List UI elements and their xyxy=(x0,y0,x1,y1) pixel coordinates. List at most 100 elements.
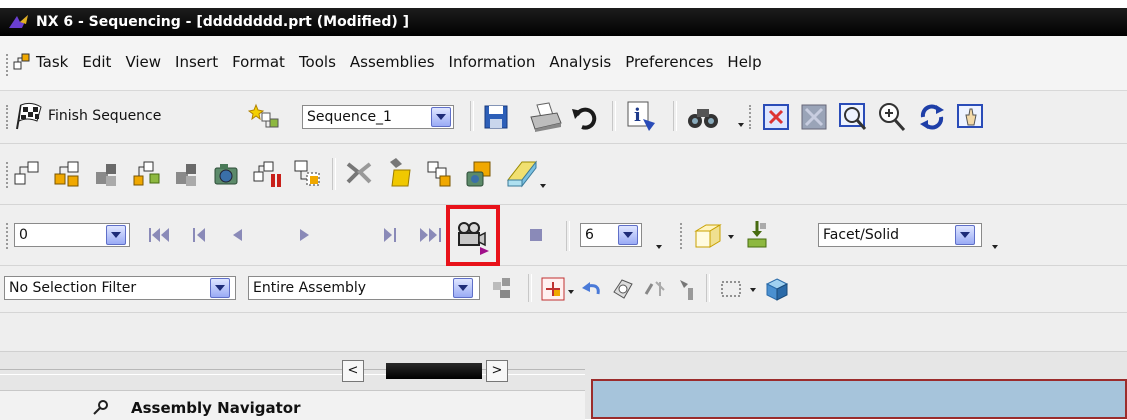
new-sequence-icon[interactable] xyxy=(248,103,282,133)
play-back-icon[interactable] xyxy=(230,227,244,243)
svg-text:i: i xyxy=(634,105,641,126)
sequence-dropdown-button[interactable] xyxy=(431,107,451,127)
selection-toolbar: No Selection Filter Entire Assembly xyxy=(0,266,1127,313)
toolbar-grip[interactable] xyxy=(680,223,684,249)
standard-toolbar: Finish Sequence Sequence_1 i xyxy=(0,91,1127,144)
menu-preferences[interactable]: Preferences xyxy=(625,53,713,71)
selection-filter-dropdown-button[interactable] xyxy=(210,278,230,298)
toolbar-grip[interactable] xyxy=(6,162,10,188)
assembly-navigator-title[interactable]: Assembly Navigator xyxy=(131,399,300,417)
save-icon[interactable] xyxy=(482,103,510,131)
chevron-right-icon: > xyxy=(491,363,503,378)
component-select-icon[interactable] xyxy=(610,276,636,302)
rewind-icon[interactable] xyxy=(148,227,174,243)
selection-intent-dropdown-icon[interactable] xyxy=(568,290,574,294)
toolbar-separator xyxy=(332,158,336,190)
main-menu: Task Edit View Insert Format Tools Assem… xyxy=(36,53,776,71)
toolbar-separator xyxy=(673,101,677,131)
frame-select-value: 0 xyxy=(19,227,28,243)
assemble-disabled-icon[interactable] xyxy=(92,158,122,190)
assembly-navigator-panel: Assembly Navigator xyxy=(0,390,585,420)
menu-analysis[interactable]: Analysis xyxy=(549,53,611,71)
menubar-grip[interactable] xyxy=(6,54,11,76)
pin-icon[interactable] xyxy=(92,398,110,416)
print-icon[interactable] xyxy=(527,101,563,133)
record-position-icon[interactable] xyxy=(252,158,284,190)
menu-help[interactable]: Help xyxy=(727,53,761,71)
toolbar-separator xyxy=(470,101,474,131)
motion-envelope-icon[interactable] xyxy=(384,156,416,190)
finish-sequence-label[interactable]: Finish Sequence xyxy=(48,108,161,124)
menu-task[interactable]: Task xyxy=(36,53,68,71)
menu-view[interactable]: View xyxy=(125,53,161,71)
information-icon[interactable]: i xyxy=(625,99,659,133)
stop-icon[interactable] xyxy=(528,227,544,243)
disassemble-disabled-icon[interactable] xyxy=(172,158,202,190)
toolbar-separator xyxy=(528,274,532,302)
rotate-icon[interactable] xyxy=(917,102,947,132)
view-triad-dropdown-icon[interactable] xyxy=(728,235,734,239)
select-pointer-icon[interactable] xyxy=(674,276,700,302)
toolbar-grip[interactable] xyxy=(6,105,10,129)
menu-tools[interactable]: Tools xyxy=(299,53,336,71)
view-triad-icon[interactable] xyxy=(692,221,724,251)
menu-insert[interactable]: Insert xyxy=(175,53,218,71)
step-more-icon[interactable] xyxy=(656,245,662,249)
extents-dropdown-icon[interactable] xyxy=(540,184,546,188)
zoom-in-out-icon[interactable] xyxy=(877,101,907,133)
record-camera-icon[interactable] xyxy=(464,158,494,190)
scroll-left-button[interactable]: < xyxy=(342,360,364,382)
frame-dropdown-button[interactable] xyxy=(106,225,126,245)
disassemble-icon[interactable] xyxy=(132,158,162,190)
scroll-right-button[interactable]: > xyxy=(486,360,508,382)
zoom-icon[interactable] xyxy=(838,102,868,132)
menu-information[interactable]: Information xyxy=(449,53,536,71)
undo-arrow-icon[interactable] xyxy=(580,280,604,300)
selection-filter-value: No Selection Filter xyxy=(9,280,137,296)
camera-icon[interactable] xyxy=(212,158,242,190)
display-mode-dropdown-button[interactable] xyxy=(955,225,975,245)
menu-edit[interactable]: Edit xyxy=(82,53,111,71)
selection-scope-select[interactable]: Entire Assembly xyxy=(248,276,480,300)
fit-icon[interactable] xyxy=(762,103,790,131)
undo-icon[interactable] xyxy=(570,103,600,131)
collision-icon[interactable] xyxy=(292,158,322,190)
scroll-thumb[interactable] xyxy=(386,363,482,379)
selection-intent-icon[interactable] xyxy=(540,276,566,302)
menu-bar: Task Edit View Insert Format Tools Assem… xyxy=(0,36,1127,91)
assembly-filter-icon[interactable] xyxy=(490,276,516,302)
step-select-value: 6 xyxy=(585,227,594,243)
snap-point-icon[interactable] xyxy=(642,276,668,302)
rectangle-select-icon[interactable] xyxy=(718,276,744,302)
assemble-icon[interactable] xyxy=(52,158,82,190)
playback-toolbar: 0 6 Facet/Solid xyxy=(0,205,1127,266)
step-forward-icon[interactable] xyxy=(380,227,398,243)
fast-forward-icon[interactable] xyxy=(416,227,442,243)
toolbar-grip[interactable] xyxy=(6,223,10,249)
play-forward-icon[interactable] xyxy=(298,227,312,243)
binoculars-dropdown-icon[interactable] xyxy=(738,123,744,127)
selection-scope-dropdown-button[interactable] xyxy=(453,278,473,298)
display-more-icon[interactable] xyxy=(992,245,998,249)
selection-filter-select[interactable]: No Selection Filter xyxy=(4,276,236,300)
step-back-icon[interactable] xyxy=(192,227,210,243)
sequence-steps-icon[interactable] xyxy=(424,158,454,190)
binoculars-icon[interactable] xyxy=(685,103,721,131)
toolbar-separator xyxy=(566,221,570,251)
insert-motion-icon[interactable] xyxy=(12,158,42,190)
cube-icon[interactable] xyxy=(764,276,790,302)
selection-scope-value: Entire Assembly xyxy=(253,280,367,296)
reposition-icon[interactable] xyxy=(744,219,770,251)
checkered-flag-icon[interactable] xyxy=(13,101,45,131)
toolbar-grip[interactable] xyxy=(749,105,753,129)
menu-assemblies[interactable]: Assemblies xyxy=(350,53,435,71)
graphics-window[interactable] xyxy=(591,379,1127,419)
show-extents-icon[interactable] xyxy=(504,156,540,190)
zoom-window-icon[interactable] xyxy=(800,103,828,131)
pan-icon[interactable] xyxy=(956,103,986,131)
rectangle-select-dropdown-icon[interactable] xyxy=(750,288,756,292)
detect-collision-icon[interactable] xyxy=(344,158,374,190)
menu-format[interactable]: Format xyxy=(232,53,285,71)
navigator-scrollbar[interactable]: < > xyxy=(0,360,585,382)
step-dropdown-button[interactable] xyxy=(618,225,638,245)
